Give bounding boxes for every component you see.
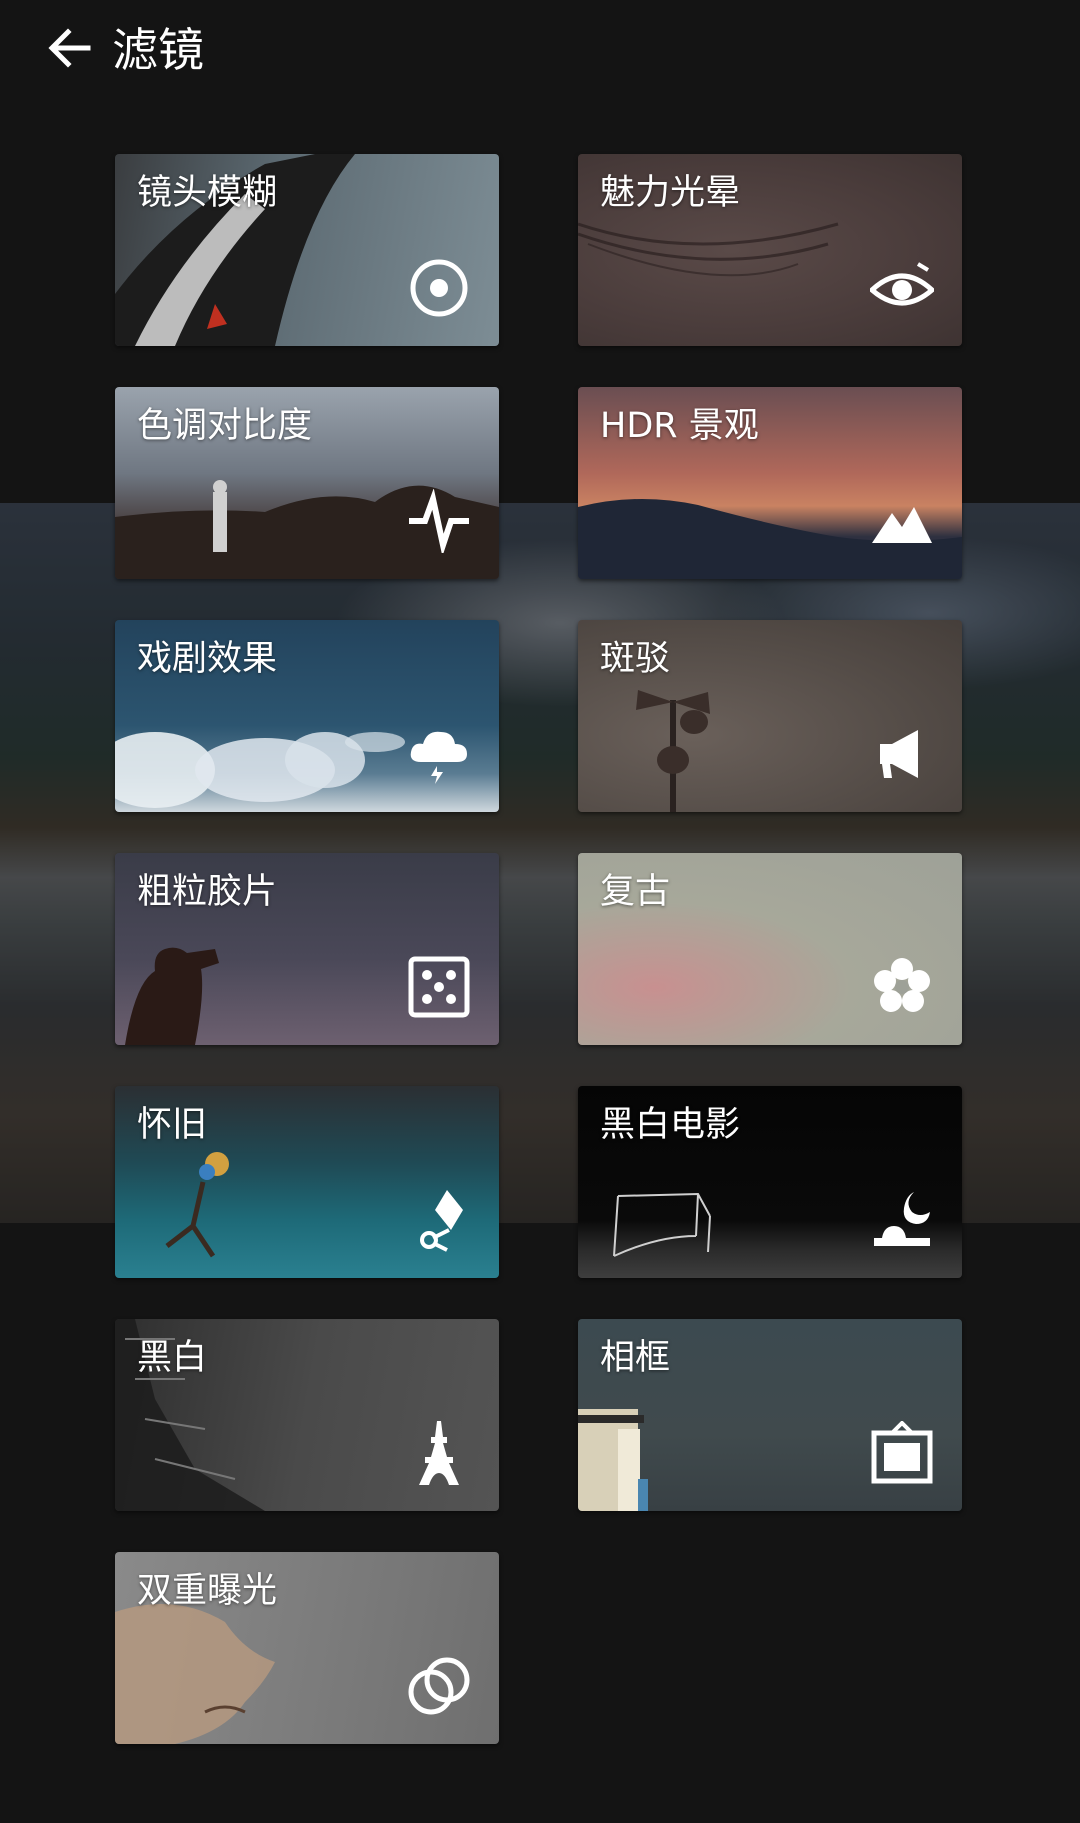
- moon-night-icon: [874, 1192, 930, 1246]
- filter-tile-glamour-glow[interactable]: 魅力光晕: [578, 154, 962, 346]
- filter-tile-frames[interactable]: 相框: [578, 1319, 962, 1511]
- filter-label: HDR 景观: [600, 406, 759, 446]
- filter-tile-drama[interactable]: 戏剧效果: [115, 620, 499, 812]
- filter-label: 斑驳: [600, 639, 671, 679]
- app-header: 滤镜: [0, 0, 1080, 100]
- filter-tile-grainy-film[interactable]: 粗粒胶片: [115, 853, 499, 1045]
- filter-label: 怀旧: [137, 1105, 208, 1145]
- kite-icon: [420, 1190, 463, 1252]
- dice-icon: [408, 956, 470, 1018]
- filter-label: 色调对比度: [137, 406, 313, 446]
- filter-tile-grunge[interactable]: 斑驳: [578, 620, 962, 812]
- filter-label: 黑白: [137, 1338, 208, 1378]
- filter-tile-black-white[interactable]: 黑白: [115, 1319, 499, 1511]
- frame-icon: [871, 1421, 933, 1484]
- storm-cloud-icon: [410, 731, 467, 784]
- arrow-left-icon: [48, 28, 91, 68]
- filter-label: 双重曝光: [137, 1571, 278, 1611]
- mountains-icon: [872, 507, 932, 543]
- filter-tile-tonal-contrast[interactable]: 色调对比度: [115, 387, 499, 579]
- pulse-icon: [409, 489, 469, 553]
- filter-label: 黑白电影: [600, 1105, 741, 1145]
- filter-label: 相框: [600, 1338, 671, 1378]
- filter-label: 戏剧效果: [137, 639, 278, 679]
- filter-tile-nostalgia[interactable]: 怀旧: [115, 1086, 499, 1278]
- double-circle-icon: [408, 1657, 470, 1715]
- flower-icon: [874, 958, 930, 1012]
- filter-label: 魅力光晕: [600, 173, 741, 213]
- eiffel-tower-icon: [419, 1421, 459, 1485]
- filter-tile-lens-blur[interactable]: 镜头模糊: [115, 154, 499, 346]
- eye-icon: [870, 262, 934, 306]
- back-button[interactable]: [40, 18, 100, 78]
- target-circle-icon: [410, 259, 468, 317]
- megaphone-icon: [880, 730, 918, 778]
- filter-tile-noir[interactable]: 黑白电影: [578, 1086, 962, 1278]
- filter-tile-hdr-scape[interactable]: HDR 景观: [578, 387, 962, 579]
- filter-label: 粗粒胶片: [137, 872, 278, 912]
- filter-label: 复古: [600, 872, 671, 912]
- filter-tile-double-exposure[interactable]: 双重曝光: [115, 1552, 499, 1744]
- filter-label: 镜头模糊: [137, 173, 278, 213]
- page-title: 滤镜: [112, 23, 204, 77]
- filter-tile-retrolux[interactable]: 复古: [578, 853, 962, 1045]
- filters-screen: 滤镜 镜头模糊 魅力光晕 色调对比度 HDR 景观 戏剧效果 斑驳 粗粒胶片 复…: [0, 0, 1080, 1823]
